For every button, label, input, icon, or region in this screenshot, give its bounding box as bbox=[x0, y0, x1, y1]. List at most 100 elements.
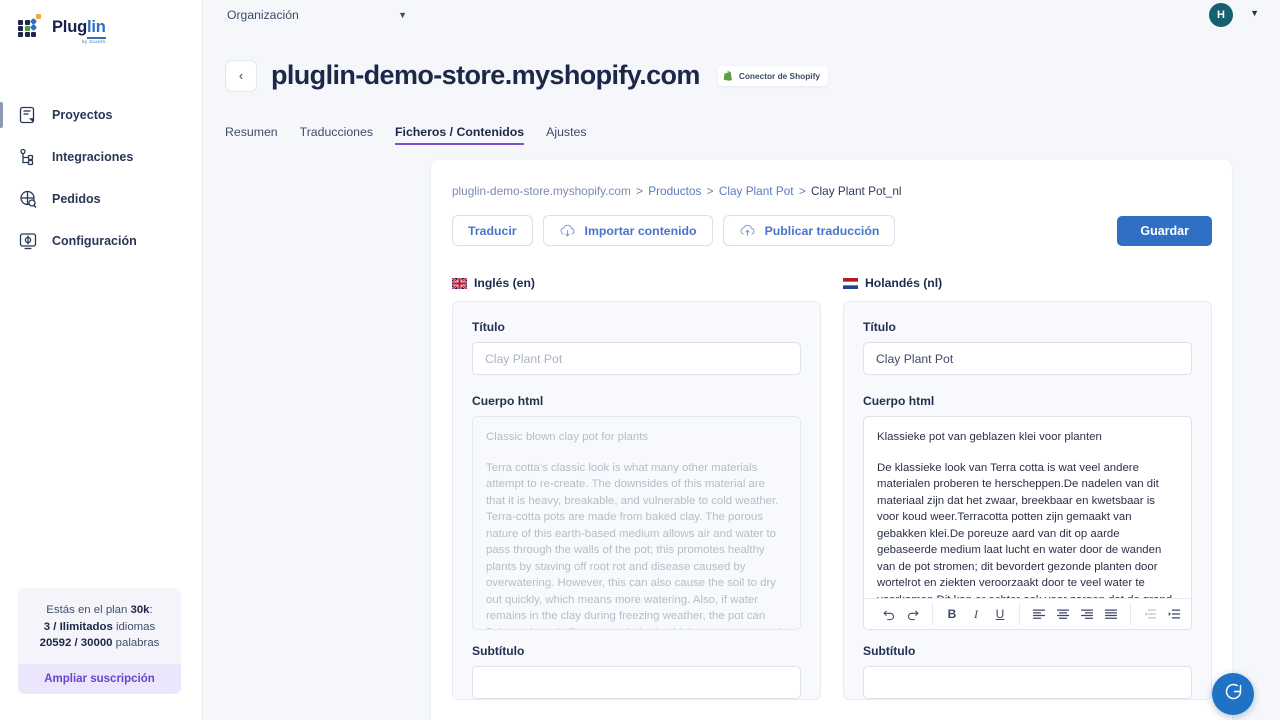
breadcrumb-separator: > bbox=[706, 184, 714, 198]
brand-logo[interactable]: Pluglin by Scanfo bbox=[0, 0, 202, 43]
chevron-down-icon: ▼ bbox=[398, 10, 407, 20]
flag-nl-icon bbox=[843, 277, 858, 289]
content-card: pluglin-demo-store.myshopify.com > Produ… bbox=[431, 160, 1232, 720]
source-panel: Título Clay Plant Pot Cuerpo html Classi… bbox=[452, 301, 821, 700]
translate-button-label: Traducir bbox=[468, 223, 517, 238]
target-subtitle-label: Subtítulo bbox=[863, 644, 916, 658]
cloud-upload-icon bbox=[739, 224, 756, 238]
publish-translation-button-label: Publicar traducción bbox=[764, 223, 880, 238]
breadcrumb-separator: > bbox=[636, 184, 643, 198]
toolbar-group-history bbox=[870, 603, 932, 625]
brand-tagline: by Scanfo bbox=[81, 38, 106, 44]
settings-icon bbox=[18, 231, 38, 251]
tab-resumen[interactable]: Resumen bbox=[225, 125, 278, 145]
tab-traducciones[interactable]: Traducciones bbox=[300, 125, 373, 145]
plan-tier: 30k bbox=[130, 604, 150, 617]
undo-icon[interactable] bbox=[878, 603, 900, 625]
orders-icon bbox=[18, 189, 38, 209]
app-root: Pluglin by Scanfo Proyectos Integracione… bbox=[0, 0, 1280, 720]
source-subtitle-input[interactable] bbox=[472, 666, 801, 699]
chat-bubble-icon bbox=[1223, 681, 1244, 707]
organization-selector[interactable]: Organización ▼ bbox=[227, 8, 407, 22]
toolbar-group-indent bbox=[1130, 603, 1191, 625]
breadcrumb: pluglin-demo-store.myshopify.com > Produ… bbox=[452, 184, 1212, 198]
target-body-label: Cuerpo html bbox=[863, 394, 935, 408]
plan-languages-line: 3 / Ilimitados idiomas bbox=[26, 619, 173, 636]
source-body-paragraph-1: Classic blown clay pot for plants bbox=[486, 431, 649, 443]
organization-label: Organización bbox=[227, 8, 299, 22]
source-title-input[interactable]: Clay Plant Pot bbox=[472, 342, 801, 375]
import-content-button[interactable]: Importar contenido bbox=[542, 215, 713, 246]
sidebar-item-pedidos[interactable]: Pedidos bbox=[0, 184, 202, 214]
upgrade-subscription-button[interactable]: Ampliar suscripción bbox=[18, 664, 181, 694]
plan-words-unit: palabras bbox=[112, 637, 160, 650]
brand-wordmark: Pluglin by Scanfo bbox=[52, 17, 106, 43]
help-chat-button[interactable] bbox=[1212, 673, 1254, 715]
source-body-editor[interactable]: Classic blown clay pot for plants Terra … bbox=[472, 416, 801, 630]
avatar[interactable]: H bbox=[1209, 3, 1233, 27]
underline-button[interactable]: U bbox=[989, 603, 1011, 625]
align-justify-icon[interactable] bbox=[1100, 603, 1122, 625]
page-header: ‹ pluglin-demo-store.myshopify.com Conec… bbox=[203, 30, 1280, 107]
source-body-label: Cuerpo html bbox=[472, 394, 544, 408]
redo-icon[interactable] bbox=[902, 603, 924, 625]
status-badge: Conector de Shopify bbox=[717, 65, 828, 86]
sidebar-item-label: Pedidos bbox=[52, 192, 101, 206]
target-language-header: Holandés (nl) bbox=[843, 276, 1212, 290]
align-right-icon[interactable] bbox=[1076, 603, 1098, 625]
action-bar: Traducir Importar contenido Publicar tra… bbox=[452, 215, 1212, 246]
user-menu-chevron-down-icon[interactable]: ▼ bbox=[1250, 8, 1259, 18]
translation-columns: Inglés (en) Título Clay Plant Pot Cuerpo… bbox=[451, 276, 1212, 700]
plan-languages-count: 3 / Ilimitados bbox=[43, 620, 113, 633]
target-panel: Título Clay Plant Pot Cuerpo html Klassi… bbox=[843, 301, 1212, 700]
target-body-paragraph-1: Klassieke pot van geblazen klei voor pla… bbox=[877, 431, 1102, 443]
sidebar-item-configuracion[interactable]: Configuración bbox=[0, 226, 202, 256]
source-subtitle-label: Subtítulo bbox=[472, 644, 525, 658]
integrations-icon bbox=[18, 147, 38, 167]
plan-summary-box: Estás en el plan 30k: 3 / Ilimitados idi… bbox=[18, 588, 181, 694]
target-body-content: Klassieke pot van geblazen klei voor pla… bbox=[864, 417, 1191, 599]
tab-ficheros-contenidos[interactable]: Ficheros / Contenidos bbox=[395, 125, 525, 146]
brand-name-accent: lin bbox=[86, 17, 106, 39]
top-bar: Organización ▼ H ▼ bbox=[203, 0, 1280, 30]
plan-languages-unit: idiomas bbox=[112, 620, 156, 633]
sidebar-item-label: Integraciones bbox=[52, 150, 134, 164]
breadcrumb-productos[interactable]: Productos bbox=[648, 184, 701, 198]
toolbar-group-style: B I U bbox=[932, 603, 1019, 625]
plan-usage-text: Estás en el plan 30k: 3 / Ilimitados idi… bbox=[18, 588, 181, 664]
shopify-icon bbox=[723, 70, 732, 81]
target-body-editor[interactable]: Klassieke pot van geblazen klei voor pla… bbox=[863, 416, 1192, 630]
main-area: Organización ▼ H ▼ ‹ pluglin-demo-store.… bbox=[203, 0, 1280, 720]
page-title: pluglin-demo-store.myshopify.com bbox=[271, 60, 700, 91]
target-body-paragraph-2: De klassieke look van Terra cotta is wat… bbox=[877, 461, 1172, 600]
brand-name-main: Plug bbox=[52, 17, 87, 36]
sidebar-item-integraciones[interactable]: Integraciones bbox=[0, 142, 202, 172]
back-button[interactable]: ‹ bbox=[225, 59, 257, 92]
toolbar-group-align bbox=[1019, 603, 1130, 625]
target-language-column: Holandés (nl) Título Clay Plant Pot Cuer… bbox=[843, 276, 1212, 700]
breadcrumb-current: Clay Plant Pot_nl bbox=[811, 184, 902, 198]
pluglin-logo-icon bbox=[18, 14, 44, 40]
target-subtitle-input[interactable] bbox=[863, 666, 1192, 699]
align-center-icon[interactable] bbox=[1052, 603, 1074, 625]
source-language-header: Inglés (en) bbox=[451, 276, 821, 290]
source-title-label: Título bbox=[472, 320, 505, 334]
target-language-label: Holandés (nl) bbox=[865, 276, 943, 290]
breadcrumb-clay-plant-pot[interactable]: Clay Plant Pot bbox=[719, 184, 794, 198]
editor-toolbar: B I U bbox=[864, 598, 1191, 629]
source-body-paragraph-2: Terra cotta’s classic look is what many … bbox=[486, 461, 787, 630]
tab-ajustes[interactable]: Ajustes bbox=[546, 125, 586, 145]
breadcrumb-root[interactable]: pluglin-demo-store.myshopify.com bbox=[452, 184, 631, 198]
align-left-icon[interactable] bbox=[1028, 603, 1050, 625]
italic-button[interactable]: I bbox=[965, 603, 987, 625]
tab-bar: Resumen Traducciones Ficheros / Contenid… bbox=[0, 107, 1280, 146]
save-button[interactable]: Guardar bbox=[1117, 215, 1212, 246]
plan-prefix: Estás en el plan bbox=[46, 604, 131, 617]
indent-icon[interactable] bbox=[1163, 603, 1185, 625]
translate-button[interactable]: Traducir bbox=[452, 215, 533, 246]
target-title-input[interactable]: Clay Plant Pot bbox=[863, 342, 1192, 375]
sidebar-item-label: Configuración bbox=[52, 234, 137, 248]
bold-button[interactable]: B bbox=[941, 603, 963, 625]
outdent-icon[interactable] bbox=[1139, 603, 1161, 625]
publish-translation-button[interactable]: Publicar traducción bbox=[722, 215, 896, 246]
